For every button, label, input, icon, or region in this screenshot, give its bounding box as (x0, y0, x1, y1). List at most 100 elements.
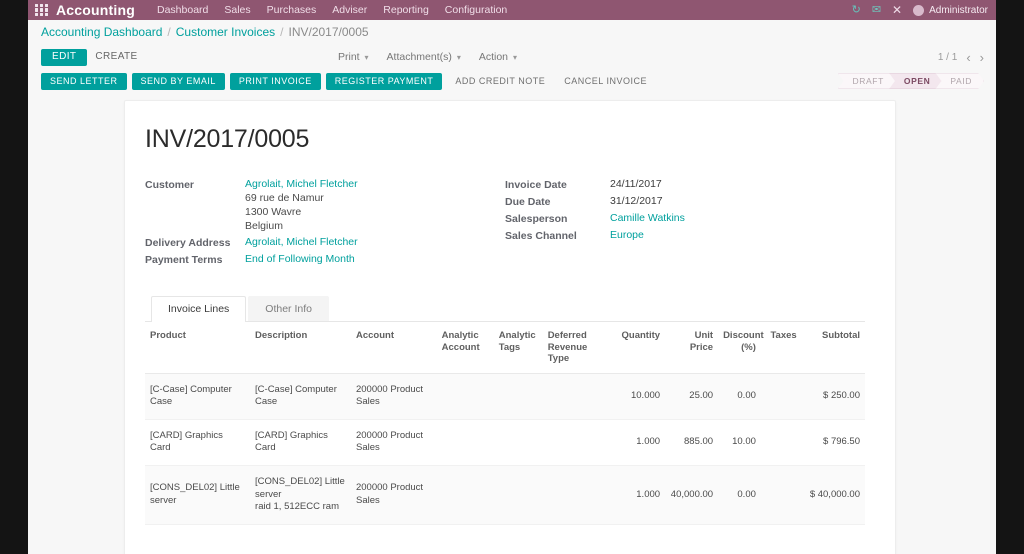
customer-link[interactable]: Agrolait, Michel Fletcher (245, 178, 358, 190)
field-invoice-date: Invoice Date 24/11/2017 (505, 178, 835, 192)
print-dropdown[interactable]: Print ▾ (338, 51, 369, 63)
cell-description: [CARD] Graphics Card (250, 419, 351, 465)
column-header-analytic-tags: Analytic Tags (494, 322, 543, 373)
breadcrumb-separator: / (167, 25, 170, 39)
main-menu: Dashboard Sales Purchases Adviser Report… (157, 4, 507, 16)
user-name: Administrator (929, 5, 988, 16)
status-badge-draft[interactable]: DRAFT (838, 73, 896, 90)
status-badge-open[interactable]: OPEN (889, 73, 943, 90)
create-button[interactable]: CREATE (87, 49, 145, 65)
breadcrumb: Accounting Dashboard / Customer Invoices… (28, 20, 996, 44)
field-value-invoice-date: 24/11/2017 (610, 178, 662, 192)
breadcrumb-item-customer-invoices[interactable]: Customer Invoices (176, 25, 275, 39)
cell-analytic-tags (494, 373, 543, 419)
column-header-product: Product (145, 322, 250, 373)
table-row[interactable]: [CARD] Graphics Card [CARD] Graphics Car… (145, 419, 865, 465)
menu-item-adviser[interactable]: Adviser (332, 4, 367, 16)
messaging-icon[interactable]: ✉ (872, 5, 881, 16)
apps-grid-icon[interactable] (35, 4, 48, 17)
chevron-down-icon: ▾ (365, 53, 369, 62)
notebook-tabs: Invoice Lines Other Info (145, 296, 865, 322)
screen: Accounting Dashboard Sales Purchases Adv… (0, 0, 1024, 554)
cell-quantity: 10.000 (614, 373, 665, 419)
cell-analytic-account (437, 373, 494, 419)
salesperson-link[interactable]: Camille Watkins (610, 212, 685, 226)
column-header-quantity: Quantity (614, 322, 665, 373)
column-header-deferred-revenue-type: Deferred Revenue Type (543, 322, 614, 373)
cell-analytic-account (437, 466, 494, 525)
invoice-lines-table: Product Description Account Analytic Acc… (145, 322, 865, 524)
table-row[interactable]: [CONS_DEL02] Little server [CONS_DEL02] … (145, 466, 865, 525)
page-title: INV/2017/0005 (145, 125, 865, 154)
pager-count: 1 / 1 (938, 52, 957, 63)
cell-taxes (761, 466, 802, 525)
field-value-due-date: 31/12/2017 (610, 195, 663, 209)
field-value-customer: Agrolait, Michel Fletcher 69 rue de Namu… (245, 178, 358, 233)
table-row[interactable]: [C-Case] Computer Case [C-Case] Computer… (145, 373, 865, 419)
register-payment-button[interactable]: REGISTER PAYMENT (326, 73, 443, 90)
column-header-unit-price: Unit Price (665, 322, 718, 373)
breadcrumb-item-current: INV/2017/0005 (288, 25, 368, 39)
sheet-area: INV/2017/0005 Customer Agrolait, Michel … (28, 92, 996, 544)
menu-item-purchases[interactable]: Purchases (267, 4, 317, 16)
menu-item-sales[interactable]: Sales (224, 4, 250, 16)
field-salesperson: Salesperson Camille Watkins (505, 212, 835, 226)
cell-subtotal: $ 40,000.00 (802, 466, 865, 525)
status-badge-paid[interactable]: PAID (935, 73, 984, 90)
status-pipeline: DRAFT OPEN PAID (845, 70, 984, 92)
delivery-address-link[interactable]: Agrolait, Michel Fletcher (245, 236, 358, 250)
odoo-app-frame: Accounting Dashboard Sales Purchases Adv… (28, 0, 996, 554)
record-pager: 1 / 1 ‹ › (938, 44, 984, 70)
cell-analytic-tags (494, 419, 543, 465)
menu-item-dashboard[interactable]: Dashboard (157, 4, 208, 16)
payment-terms-link[interactable]: End of Following Month (245, 253, 355, 267)
cell-description: [C-Case] Computer Case (250, 373, 351, 419)
cell-description: [CONS_DEL02] Little server raid 1, 512EC… (250, 466, 351, 525)
column-header-account: Account (351, 322, 437, 373)
cell-analytic-tags (494, 466, 543, 525)
column-header-analytic-account: Analytic Account (437, 322, 494, 373)
send-letter-button[interactable]: SEND LETTER (41, 73, 127, 90)
cell-discount: 0.00 (718, 373, 761, 419)
field-label-salesperson: Salesperson (505, 212, 610, 225)
user-menu[interactable]: Administrator (913, 5, 988, 16)
cell-taxes (761, 419, 802, 465)
cell-account: 200000 Product Sales (351, 466, 437, 525)
refresh-icon[interactable]: ↻ (852, 5, 861, 16)
notebook: Invoice Lines Other Info Product (145, 296, 865, 524)
app-brand-title: Accounting (56, 2, 135, 18)
print-invoice-button[interactable]: PRINT INVOICE (230, 73, 321, 90)
pager-previous-icon[interactable]: ‹ (966, 51, 970, 64)
invoice-form: Customer Agrolait, Michel Fletcher 69 ru… (145, 178, 865, 270)
cell-product: [CARD] Graphics Card (145, 419, 250, 465)
add-credit-note-button[interactable]: ADD CREDIT NOTE (447, 73, 553, 90)
action-dropdown-label: Action (479, 51, 508, 63)
field-label-payment-terms: Payment Terms (145, 253, 245, 266)
field-delivery-address: Delivery Address Agrolait, Michel Fletch… (145, 236, 505, 250)
send-by-email-button[interactable]: SEND BY EMAIL (132, 73, 225, 90)
tab-other-info[interactable]: Other Info (248, 296, 329, 321)
close-icon[interactable]: ✕ (892, 4, 902, 16)
top-navbar: Accounting Dashboard Sales Purchases Adv… (28, 0, 996, 20)
menu-item-configuration[interactable]: Configuration (445, 4, 507, 16)
field-due-date: Due Date 31/12/2017 (505, 195, 835, 209)
cell-quantity: 1.000 (614, 419, 665, 465)
control-panel: EDIT CREATE Print ▾ Attachment(s) ▾ Acti… (28, 44, 996, 70)
chevron-down-icon: ▾ (513, 53, 517, 62)
edit-button[interactable]: EDIT (41, 49, 87, 66)
breadcrumb-item-accounting-dashboard[interactable]: Accounting Dashboard (41, 25, 162, 39)
column-header-description: Description (250, 322, 351, 373)
pager-next-icon[interactable]: › (980, 51, 984, 64)
tab-invoice-lines[interactable]: Invoice Lines (151, 296, 246, 322)
table-header-row: Product Description Account Analytic Acc… (145, 322, 865, 373)
menu-item-reporting[interactable]: Reporting (383, 4, 429, 16)
sales-channel-link[interactable]: Europe (610, 229, 644, 243)
action-dropdown[interactable]: Action ▾ (479, 51, 517, 63)
field-label-delivery-address: Delivery Address (145, 236, 245, 249)
cancel-invoice-button[interactable]: CANCEL INVOICE (556, 73, 655, 90)
cell-unit-price: 885.00 (665, 419, 718, 465)
attachments-dropdown[interactable]: Attachment(s) ▾ (387, 51, 461, 63)
invoice-sheet: INV/2017/0005 Customer Agrolait, Michel … (124, 100, 896, 554)
cell-subtotal: $ 796.50 (802, 419, 865, 465)
attachments-dropdown-label: Attachment(s) (387, 51, 452, 63)
